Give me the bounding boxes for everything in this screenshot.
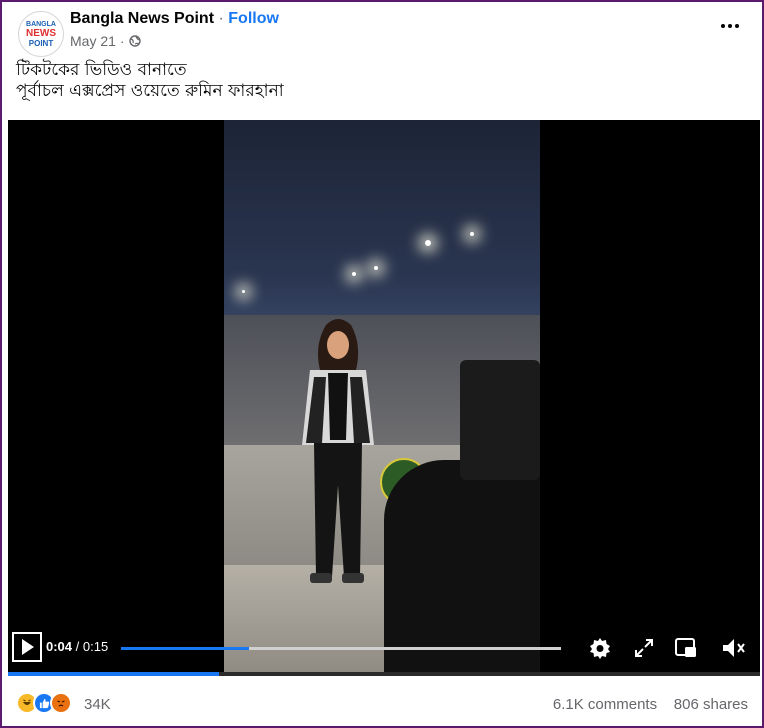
progress-fill [121,647,249,650]
post-header: BANGLA NEWS POINT Bangla News Point · Fo… [16,8,748,58]
avatar-text-2: NEWS [26,27,56,39]
post-card: BANGLA NEWS POINT Bangla News Point · Fo… [0,0,764,728]
reaction-count[interactable]: 34K [84,696,111,713]
more-options-icon[interactable] [716,16,744,36]
post-footer: 34K 6.1K comments 806 shares [16,688,748,722]
caption-line-1: টিকটকের ভিডিও বানাতে [16,60,187,80]
shares-count[interactable]: 806 shares [674,696,748,713]
settings-icon[interactable] [588,636,612,660]
angry-icon [50,692,72,714]
post-caption: টিকটকের ভিডিও বানাতে পূর্বাচল এক্সপ্রেস … [16,60,284,102]
globe-icon [128,35,141,47]
play-icon[interactable] [12,632,42,662]
page-avatar[interactable]: BANGLA NEWS POINT [18,11,64,57]
buffer-bar [8,672,760,676]
time-separator: / [72,639,83,654]
street-lamp [470,232,474,236]
engagement-stats: 6.1K comments 806 shares [553,696,748,713]
progress-track[interactable] [121,647,561,650]
video-player[interactable]: 0:04 / 0:15 [8,120,760,676]
picture-in-picture-icon[interactable] [674,636,698,660]
post-meta: May 21 · [70,33,141,49]
volume-muted-icon[interactable] [720,636,746,660]
current-time: 0:04 [46,639,73,654]
street-lamp [425,240,431,246]
street-lamp [242,290,245,293]
video-controls: 0:04 / 0:15 [8,628,760,676]
page-name-link[interactable]: Bangla News Point [70,10,214,27]
separator-dot: · [119,33,125,49]
name-separator: · [218,10,224,27]
video-time: 0:04 / 0:15 [46,639,108,654]
fullscreen-icon[interactable] [634,638,654,658]
caption-line-2: পূর্বাচল এক্সপ্রেস ওয়েতে রুমিন ফারহানা [16,81,284,101]
video-frame [224,120,540,676]
avatar-text-3: POINT [28,38,54,48]
video-camera [460,360,540,480]
comments-count[interactable]: 6.1K comments [553,696,657,713]
street-lamp [352,272,356,276]
street-lamp [374,266,378,270]
duration: 0:15 [82,639,109,654]
post-date[interactable]: May 21 [70,33,116,49]
page-name-line: Bangla News Point · Follow [70,10,279,28]
video-person [302,319,374,583]
follow-button[interactable]: Follow [228,10,279,27]
buffer-fill [8,672,219,676]
reaction-icons[interactable] [16,692,72,714]
